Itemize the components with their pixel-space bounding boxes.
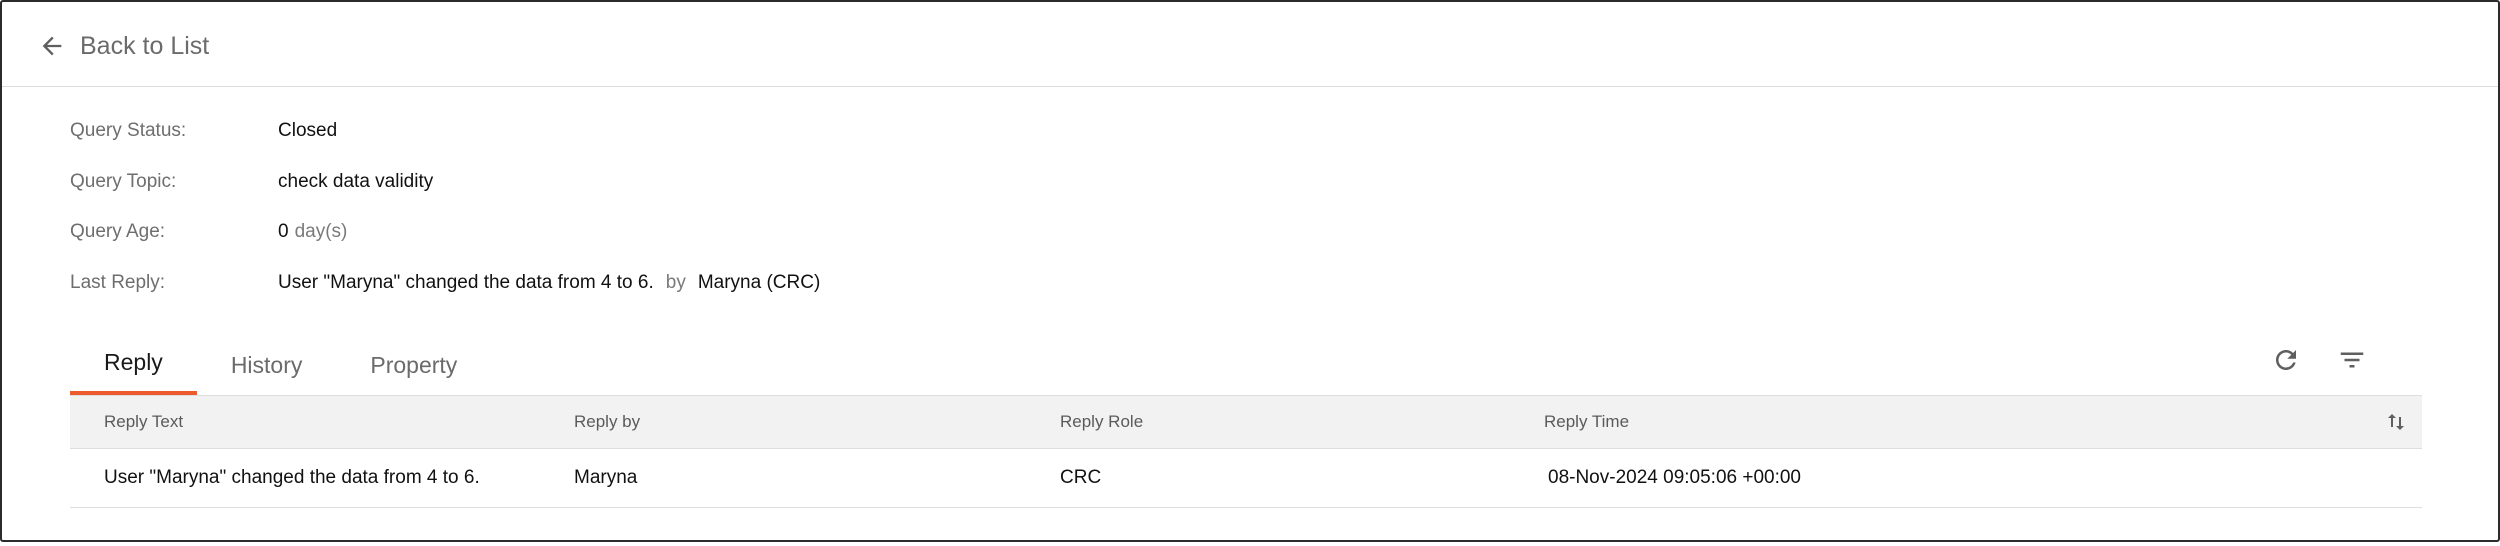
table-header: Reply Text Reply by Reply Role Reply Tim… <box>70 395 2422 449</box>
cell-reply-role: CRC <box>1060 467 1102 488</box>
column-reply-text[interactable]: Reply Text <box>104 396 183 448</box>
tab-reply[interactable]: Reply <box>70 334 197 396</box>
query-age-label: Query Age: <box>70 221 166 242</box>
filter-icon <box>2340 352 2364 368</box>
query-age-row: Query Age: 0 day(s) <box>70 217 347 247</box>
detail-tabs: Reply History Property <box>70 334 491 396</box>
column-reply-role[interactable]: Reply Role <box>1060 396 1143 448</box>
arrow-left-icon <box>42 36 62 56</box>
table-row[interactable]: User "Maryna" changed the data from 4 to… <box>70 449 2422 508</box>
tab-history[interactable]: History <box>197 334 337 396</box>
refresh-button[interactable] <box>2266 340 2306 380</box>
query-topic-label: Query Topic: <box>70 171 177 192</box>
refresh-icon <box>2276 350 2296 370</box>
query-status-value: Closed <box>278 120 338 141</box>
back-to-list-button[interactable]: Back to List <box>38 26 209 66</box>
last-reply-by-word: by <box>665 272 686 293</box>
column-reply-by[interactable]: Reply by <box>574 396 640 448</box>
last-reply-row: Last Reply: User "Maryna" changed the da… <box>70 268 820 298</box>
last-reply-text: User "Maryna" changed the data from 4 to… <box>278 272 654 293</box>
cell-reply-text: User "Maryna" changed the data from 4 to… <box>104 467 480 488</box>
reply-table: Reply Text Reply by Reply Role Reply Tim… <box>70 395 2422 508</box>
cell-reply-by: Maryna <box>574 467 638 488</box>
tab-property[interactable]: Property <box>336 334 491 396</box>
query-topic-row: Query Topic: check data validity <box>70 167 433 197</box>
back-to-list-label: Back to List <box>80 31 210 60</box>
filter-button[interactable] <box>2332 340 2372 380</box>
top-bar: Back to List <box>2 2 2498 87</box>
query-status-label: Query Status: <box>70 120 187 141</box>
sort-icon[interactable] <box>2384 410 2408 434</box>
query-topic-value: check data validity <box>278 171 434 192</box>
cell-reply-time: 08-Nov-2024 09:05:06 +00:00 <box>1548 467 1802 488</box>
query-detail-panel: Back to List Query Status: Closed Query … <box>0 0 2500 542</box>
column-reply-time[interactable]: Reply Time <box>1544 396 1629 448</box>
query-age-value: 0 <box>278 221 289 242</box>
last-reply-author: Maryna (CRC) <box>697 272 821 293</box>
last-reply-label: Last Reply: <box>70 272 166 293</box>
query-status-row: Query Status: Closed <box>70 116 337 146</box>
query-age-unit: day(s) <box>294 221 348 242</box>
